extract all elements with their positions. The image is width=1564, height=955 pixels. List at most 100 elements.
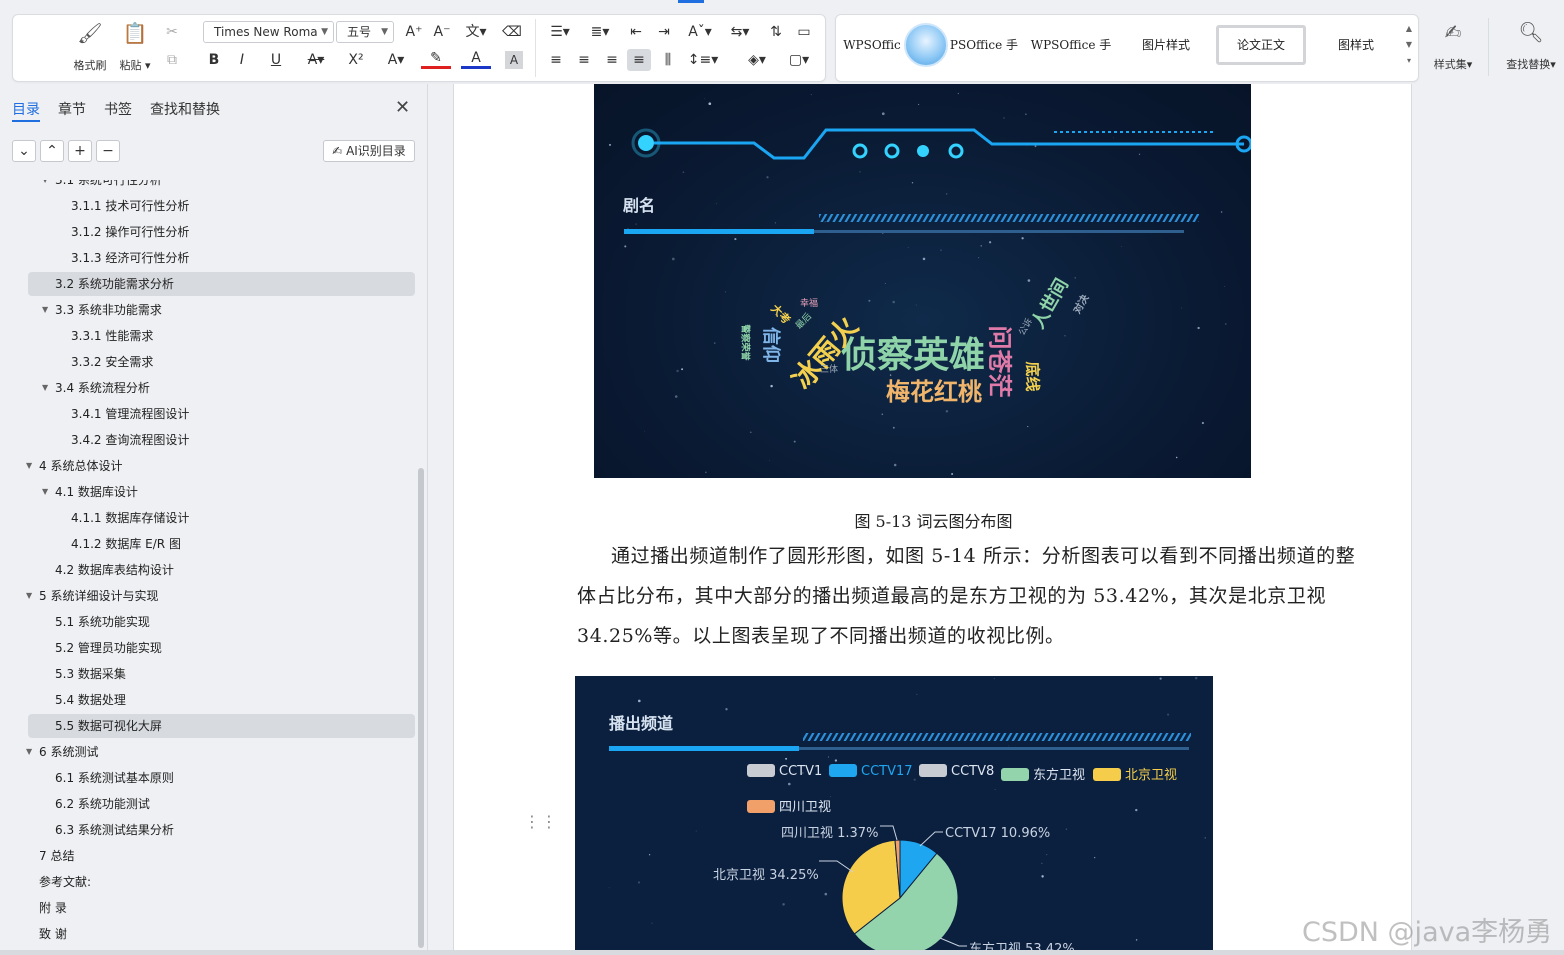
style-card-1[interactable]: WPSOffic bbox=[840, 25, 904, 65]
tab-underline bbox=[12, 120, 40, 122]
tab-chapters[interactable]: 章节 bbox=[58, 99, 86, 119]
star bbox=[980, 245, 982, 247]
text-effect-icon[interactable]: A▾ bbox=[381, 49, 411, 71]
star bbox=[881, 112, 885, 116]
style-card-4[interactable]: 图片样式 bbox=[1124, 25, 1208, 65]
star bbox=[1046, 854, 1048, 856]
cut-icon[interactable]: ✂ bbox=[161, 21, 183, 43]
star bbox=[1065, 828, 1068, 830]
increase-indent-icon[interactable]: ⇥ bbox=[653, 21, 675, 43]
clear-format-icon[interactable]: ⌫ bbox=[501, 21, 523, 43]
star bbox=[681, 368, 684, 371]
stripe-band bbox=[819, 214, 1199, 222]
document-page[interactable]: 剧名 侦察英雄 梅花红桃 冰雨火 问苍茫 信仰 人世间 底线 大考 三体 警察荣… bbox=[453, 84, 1412, 955]
star bbox=[1159, 677, 1162, 680]
drag-handle-icon[interactable]: ⋮⋮ bbox=[524, 814, 558, 830]
decrease-indent-icon[interactable]: ⇤ bbox=[625, 21, 647, 43]
gallery-scroll-arrows[interactable]: ▲ ▼ ▾ bbox=[1404, 21, 1414, 69]
legend-item[interactable]: 北京卫视 bbox=[1093, 764, 1177, 783]
star bbox=[749, 431, 752, 434]
word-cloud-word: 三体 bbox=[820, 365, 839, 375]
text-direction-icon[interactable]: ⇆▾ bbox=[725, 21, 755, 43]
collapse-triangle-icon: ▼ bbox=[42, 487, 49, 496]
font-color-icon[interactable]: A bbox=[461, 49, 491, 69]
legend-item[interactable]: CCTV17 bbox=[829, 764, 913, 779]
shrink-font-icon[interactable]: A⁻ bbox=[431, 21, 453, 43]
chinese-layout-icon[interactable]: Aˇ▾ bbox=[683, 21, 717, 43]
line-spacing-icon[interactable]: ↕≡▾ bbox=[687, 49, 719, 71]
star bbox=[1175, 456, 1178, 459]
shading-icon[interactable]: ◈▾ bbox=[741, 49, 773, 71]
wordcloud-image: 剧名 侦察英雄 梅花红桃 冰雨火 问苍茫 信仰 人世间 底线 大考 三体 警察荣… bbox=[594, 84, 1251, 478]
circuit-dot bbox=[884, 143, 900, 159]
highlight-color-icon[interactable]: ✎ bbox=[421, 49, 451, 69]
toc-item-current[interactable]: 5.5 数据可视化大屏 bbox=[28, 714, 415, 738]
avatar[interactable] bbox=[904, 23, 948, 67]
star bbox=[1025, 113, 1027, 116]
star bbox=[917, 103, 920, 106]
nav-scrollbar[interactable] bbox=[418, 468, 424, 948]
grow-font-icon[interactable]: A⁺ bbox=[403, 21, 425, 43]
style-card-3[interactable]: WPSOffice 手 bbox=[1028, 25, 1114, 65]
navigation-pane: 目录 章节 书签 查找和替换 ✕ ⌄ ⌃ + − ✍ AI识别目录 ▼3.1 系… bbox=[0, 84, 428, 955]
numbered-list-icon[interactable]: ≣▾ bbox=[585, 21, 615, 43]
remove-heading-button[interactable]: − bbox=[96, 140, 120, 162]
char-shading-icon[interactable]: A bbox=[505, 51, 523, 69]
ai-detect-toc-button[interactable]: ✍ AI识别目录 bbox=[323, 140, 415, 162]
expand-all-button[interactable]: ⌄ bbox=[12, 140, 36, 162]
bullet-list-icon[interactable]: ☰▾ bbox=[545, 21, 575, 43]
copy-icon[interactable]: ⧉ bbox=[161, 49, 183, 71]
align-left-icon[interactable]: ≡ bbox=[545, 49, 567, 71]
pie-slice-label: CCTV17 10.96% bbox=[945, 826, 1051, 841]
star bbox=[714, 342, 716, 344]
format-painter-button[interactable]: 🖌 格式刷 bbox=[68, 21, 112, 73]
pie-leader-line bbox=[919, 831, 943, 847]
circuit-line bbox=[654, 128, 1244, 160]
superscript-button[interactable]: X² bbox=[339, 49, 373, 71]
legend-item[interactable]: CCTV8 bbox=[919, 764, 994, 779]
align-right-icon[interactable]: ≡ bbox=[601, 49, 623, 71]
justify-icon[interactable]: ≡ bbox=[627, 49, 651, 71]
star bbox=[1074, 277, 1076, 279]
star bbox=[725, 708, 728, 711]
strikethrough-icon[interactable]: A▾ bbox=[301, 49, 331, 71]
legend-item[interactable]: 四川卫视 bbox=[747, 796, 831, 815]
ribbon-toolbar: 🖌 格式刷 📋 粘贴 ▾ ✂ ⧉ Times New Roma ▼ 五号 ▼ A⁺ … bbox=[0, 0, 1564, 84]
legend-label: CCTV8 bbox=[951, 764, 995, 779]
star bbox=[787, 782, 791, 786]
star bbox=[859, 171, 861, 173]
align-center-icon[interactable]: ≡ bbox=[573, 49, 595, 71]
tab-toc[interactable]: 目录 bbox=[12, 99, 40, 119]
close-icon[interactable]: ✕ bbox=[395, 97, 410, 118]
underline-button[interactable]: U bbox=[261, 49, 291, 71]
tab-find-replace[interactable]: 查找和替换 bbox=[150, 99, 220, 119]
borders-icon[interactable]: ▢▾ bbox=[783, 49, 815, 71]
legend-item[interactable]: CCTV1 bbox=[747, 764, 822, 779]
star bbox=[1220, 211, 1223, 213]
bold-button[interactable]: B bbox=[203, 49, 225, 71]
toc-item-highlighted[interactable]: 3.2 系统功能需求分析 bbox=[28, 272, 415, 296]
style-card-active[interactable]: 论文正文 bbox=[1216, 25, 1306, 65]
show-marks-icon[interactable]: ▭ bbox=[793, 21, 815, 43]
add-heading-button[interactable]: + bbox=[68, 140, 92, 162]
paste-button[interactable]: 📋 粘贴 ▾ bbox=[113, 21, 157, 73]
style-set-button[interactable]: ✍ 样式集▾ bbox=[1426, 20, 1480, 72]
collapse-button[interactable]: ⌃ bbox=[40, 140, 64, 162]
legend-item[interactable]: 东方卫视 bbox=[1001, 764, 1085, 783]
legend-swatch bbox=[747, 800, 775, 813]
font-family-select[interactable]: Times New Roma ▼ bbox=[203, 21, 334, 43]
pie-slice-label: 北京卫视 34.25% bbox=[713, 868, 819, 883]
style-card-2[interactable]: PSOffice 手 bbox=[948, 25, 1020, 65]
distribute-icon[interactable]: ⫼ bbox=[657, 49, 679, 71]
sort-icon[interactable]: ⇅ bbox=[765, 21, 787, 43]
tab-bookmarks[interactable]: 书签 bbox=[104, 99, 132, 119]
font-size-select[interactable]: 五号 ▼ bbox=[336, 21, 394, 43]
find-replace-button[interactable]: 🔍︎ 查找替换▾ bbox=[1498, 20, 1564, 72]
star bbox=[892, 426, 895, 429]
style-gallery: WPSOffic PSOffice 手 WPSOffice 手 图片样式 论文正… bbox=[835, 14, 1419, 82]
style-card-6[interactable]: 图样式 bbox=[1314, 25, 1398, 65]
title-underline-ext bbox=[814, 230, 1184, 233]
star bbox=[705, 471, 707, 474]
phonetic-guide-icon[interactable]: 文▾ bbox=[459, 21, 493, 43]
italic-button[interactable]: I bbox=[231, 49, 253, 71]
